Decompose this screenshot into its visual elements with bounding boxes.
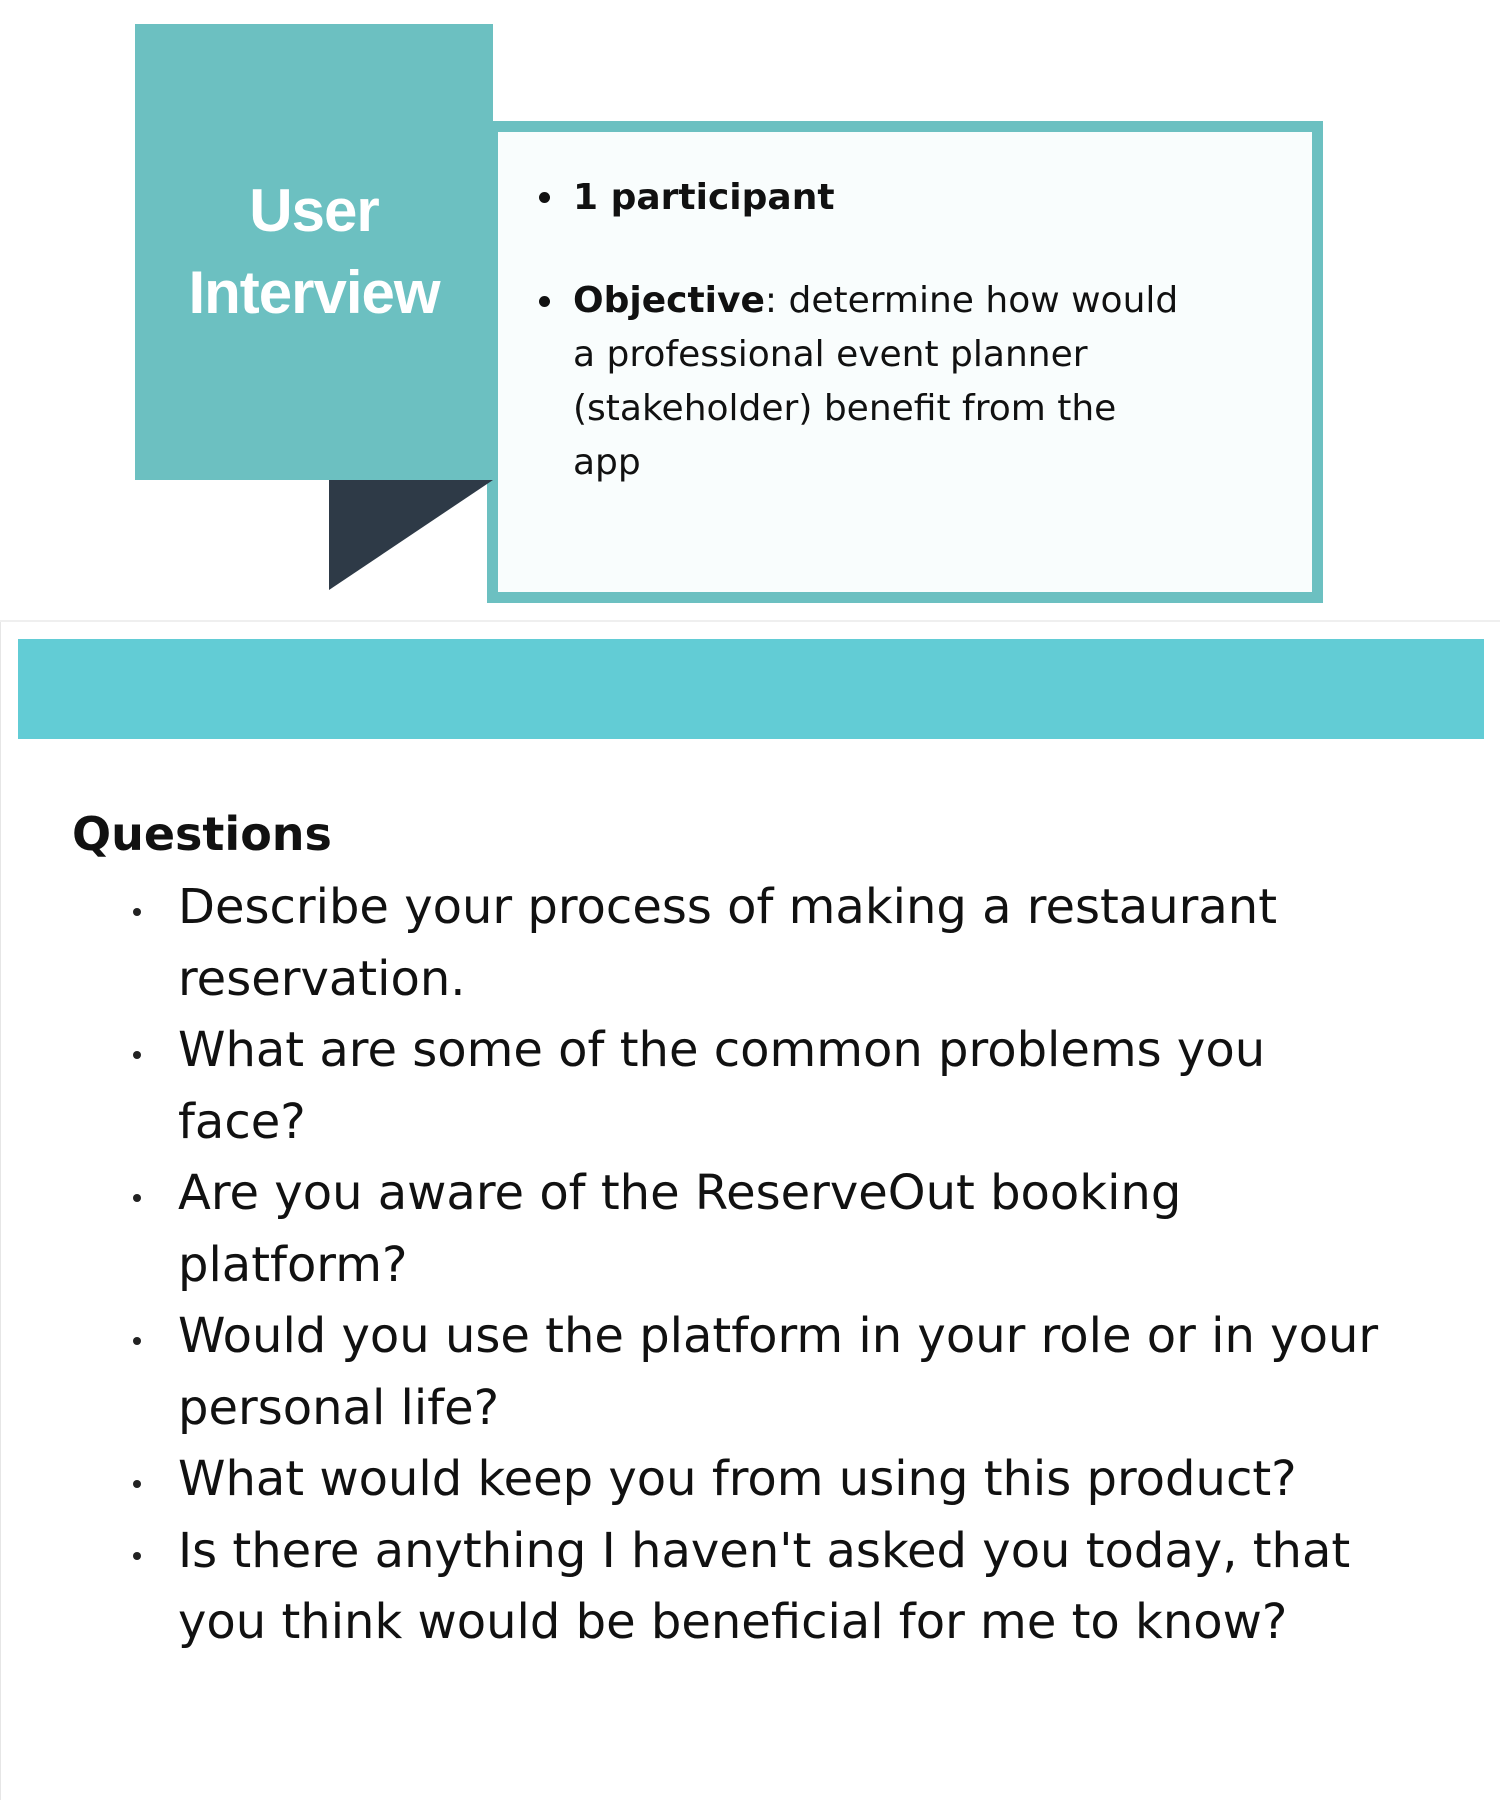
card-title-tag: User Interview [135,24,493,480]
question-item: Describe your process of making a restau… [133,872,1408,1015]
panel-left-edge [0,622,1,1800]
card-title-line2: Interview [188,259,440,326]
questions-heading: Questions [72,807,332,861]
ribbon-fold-shape [329,480,493,590]
question-item: What are some of the common problems you… [133,1015,1408,1158]
participants-item: 1 participant [535,170,1195,226]
teal-banner [18,639,1484,739]
question-item: Are you aware of the ReserveOut booking … [133,1158,1408,1301]
questions-list: Describe your process of making a restau… [133,872,1408,1659]
objective-label: Objective [573,280,765,321]
objective-item: Objective: determine how would a profess… [535,274,1195,490]
interview-details-list: 1 participant Objective: determine how w… [535,170,1195,490]
question-item: Would you use the platform in your role … [133,1301,1408,1444]
question-item: Is there anything I haven't asked you to… [133,1516,1408,1659]
card-title-line1: User [249,177,379,244]
question-item: What would keep you from using this prod… [133,1444,1408,1516]
section-divider [0,620,1500,622]
